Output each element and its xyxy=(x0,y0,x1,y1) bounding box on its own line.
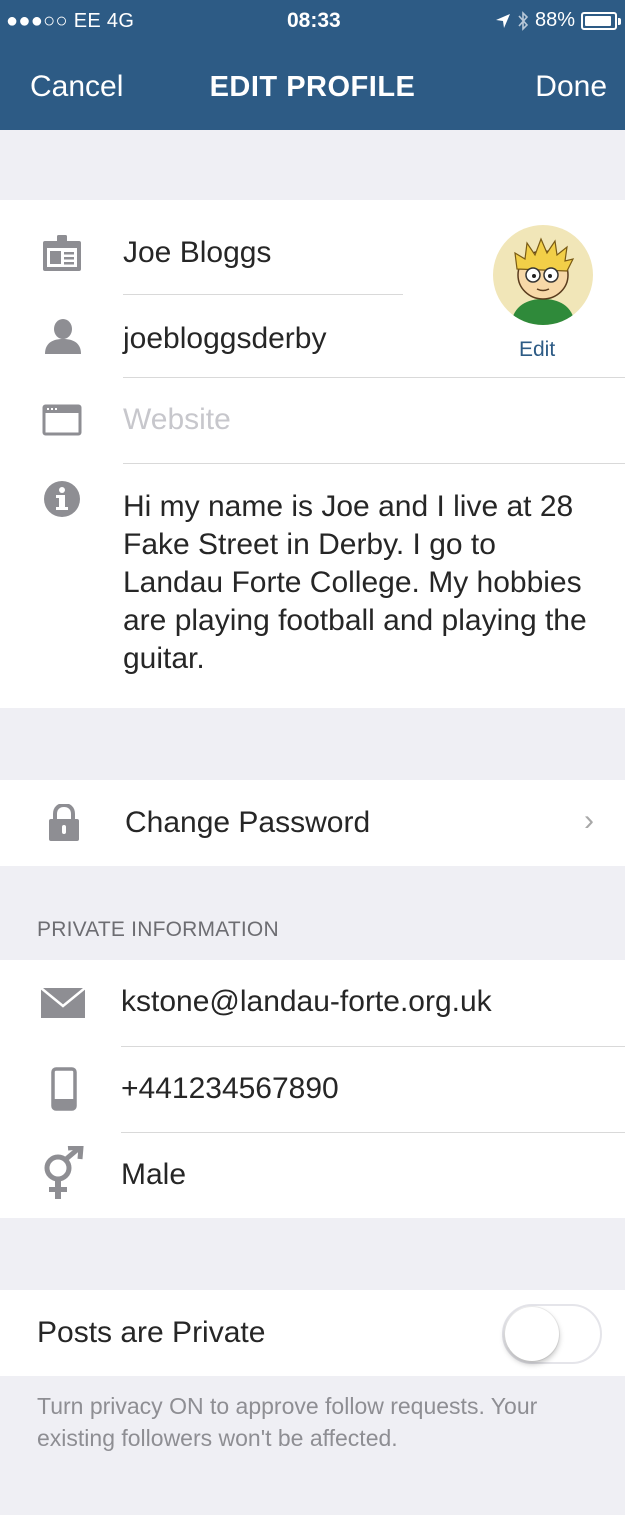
private-information-header: PRIVATE INFORMATION xyxy=(37,918,279,941)
change-password-label[interactable]: Change Password xyxy=(125,806,370,840)
status-right: 88% xyxy=(495,9,621,32)
phone-field[interactable]: +441234567890 xyxy=(121,1072,339,1106)
status-time: 08:33 xyxy=(287,9,341,32)
location-arrow-icon xyxy=(495,13,510,28)
divider xyxy=(123,463,625,464)
done-button[interactable]: Done xyxy=(535,70,607,104)
divider xyxy=(121,1132,625,1133)
avatar[interactable] xyxy=(493,225,593,325)
browser-window-icon xyxy=(42,404,82,436)
cancel-button[interactable]: Cancel xyxy=(30,70,123,104)
nav-bar: EDIT PROFILE Cancel Done xyxy=(0,40,625,130)
info-icon xyxy=(44,481,80,517)
privacy-note: Turn privacy ON to approve follow reques… xyxy=(37,1393,538,1451)
posts-private-label: Posts are Private xyxy=(37,1316,266,1349)
gender-field[interactable]: Male xyxy=(121,1158,186,1192)
battery-percent: 88% xyxy=(534,9,575,31)
bluetooth-icon xyxy=(518,10,529,31)
website-field[interactable]: Website xyxy=(123,403,231,437)
divider xyxy=(123,377,625,378)
envelope-icon xyxy=(40,987,86,1018)
phone-icon xyxy=(51,1067,77,1111)
username-field[interactable]: joebloggsderby xyxy=(123,322,326,356)
status-bar: ●●●○○ EE 4G 08:33 88% xyxy=(0,0,625,40)
person-icon xyxy=(45,319,81,354)
avatar-image xyxy=(493,225,593,325)
divider xyxy=(123,294,403,295)
chevron-right-icon: › xyxy=(584,804,594,837)
bio-field[interactable]: Hi my name is Joe and I live at 28 Fake … xyxy=(123,488,603,678)
battery-icon xyxy=(581,11,621,30)
lock-icon xyxy=(49,804,79,841)
id-card-icon xyxy=(43,235,81,271)
posts-private-toggle[interactable] xyxy=(502,1304,602,1364)
name-field[interactable]: Joe Bloggs xyxy=(123,236,271,270)
edit-avatar-button[interactable]: Edit xyxy=(519,338,555,362)
divider xyxy=(121,1046,625,1047)
email-field[interactable]: kstone@landau-forte.org.uk xyxy=(121,985,492,1019)
carrier-signal: ●●●○○ EE 4G xyxy=(6,10,135,32)
gender-icon xyxy=(44,1146,84,1199)
